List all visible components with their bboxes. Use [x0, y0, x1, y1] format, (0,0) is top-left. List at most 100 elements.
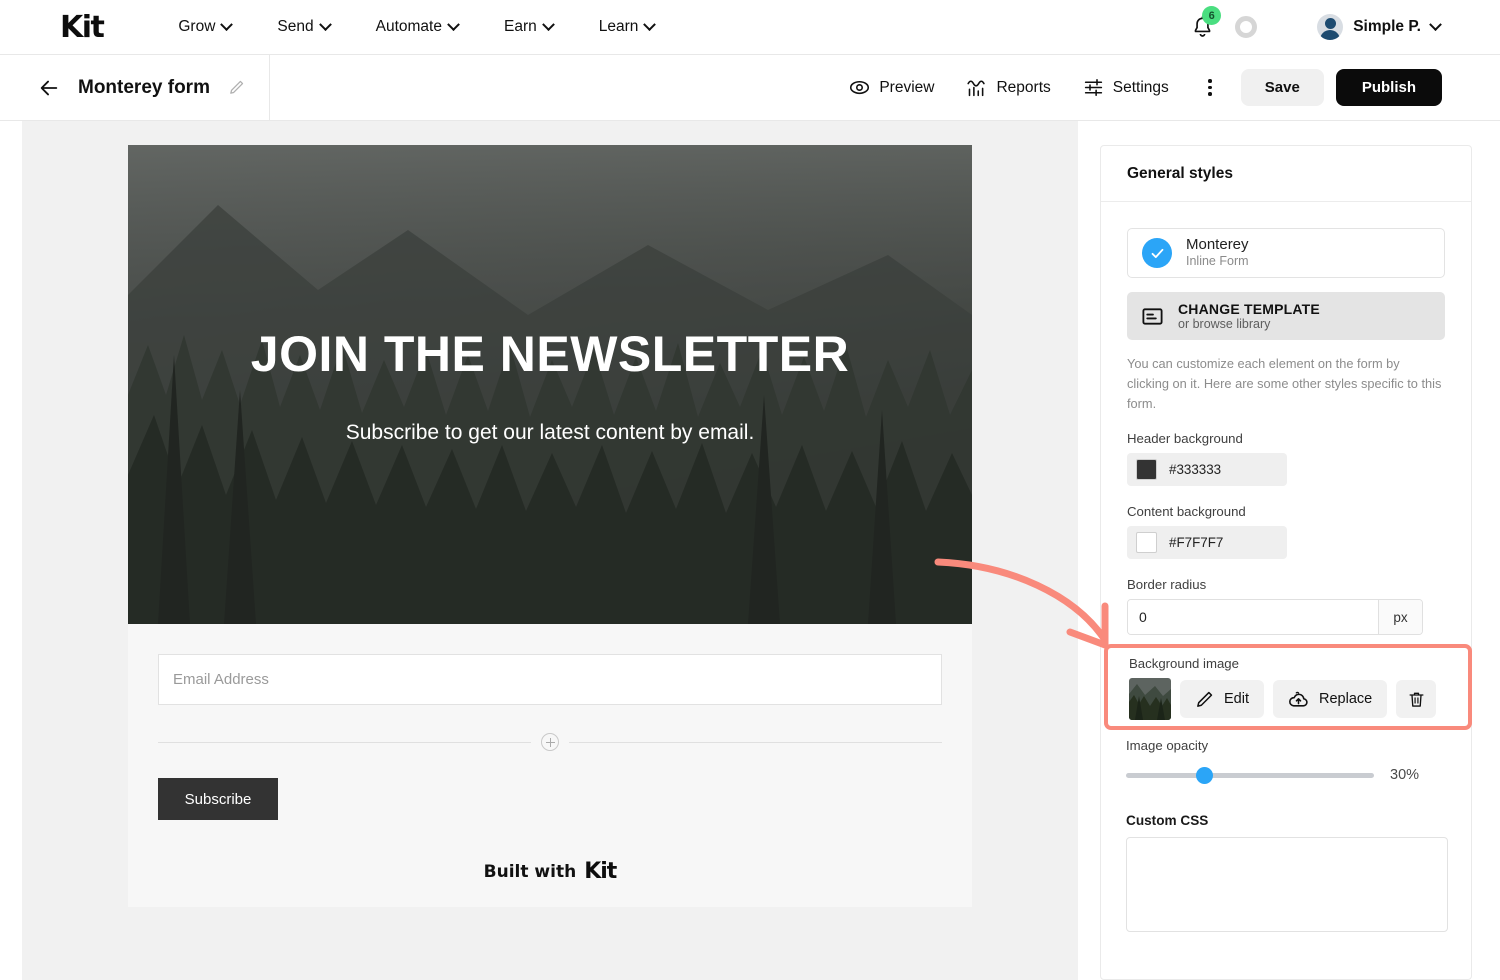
add-block-divider [158, 733, 942, 751]
delete-image-button[interactable] [1396, 680, 1437, 718]
image-opacity-section: Image opacity 30% [1126, 738, 1456, 784]
kebab-menu-icon[interactable] [1197, 79, 1223, 96]
header-background-color-field[interactable]: #333333 [1127, 453, 1287, 487]
nav-item-earn[interactable]: Earn [503, 17, 555, 36]
chevron-down-icon [541, 17, 555, 31]
back-arrow-icon[interactable] [38, 77, 60, 99]
chart-icon [967, 80, 986, 97]
nav-label-learn: Learn [598, 18, 639, 35]
notifications-button[interactable]: 6 [1185, 6, 1222, 44]
toolbar-title-block: Monterey form [0, 54, 270, 121]
nav-right-cluster: 6 Simple P. [1185, 6, 1442, 44]
preview-button[interactable]: Preview [833, 77, 950, 98]
user-name-label: Simple P. [1353, 18, 1421, 35]
main-nav-links: Grow Send Automate Earn Learn [178, 17, 657, 36]
editor-toolbar: Monterey form Preview Reports Settings S… [0, 54, 1500, 121]
avatar-icon [1317, 14, 1344, 40]
settings-label: Settings [1112, 78, 1169, 96]
panel-content: Monterey Inline Form CHANGE TEMPLATE or … [1101, 202, 1471, 636]
template-name: Monterey [1186, 235, 1249, 253]
chevron-down-icon [643, 17, 657, 31]
chevron-down-icon [220, 17, 234, 31]
nav-item-grow[interactable]: Grow [178, 17, 234, 36]
reports-button[interactable]: Reports [950, 77, 1066, 98]
divider-line-left [158, 741, 531, 743]
content-background-swatch[interactable] [1136, 532, 1157, 554]
border-radius-label: Border radius [1127, 577, 1207, 593]
email-input[interactable]: Email Address [158, 654, 942, 705]
built-with-label: Built with [483, 861, 577, 882]
nav-item-automate[interactable]: Automate [376, 17, 460, 36]
replace-image-button[interactable]: Replace [1273, 680, 1388, 718]
top-navigation-bar: Kit Grow Send Automate Earn Learn 6 Simp… [0, 0, 1500, 55]
cloud-upload-icon [1289, 691, 1308, 707]
pencil-icon[interactable] [228, 79, 245, 96]
edit-image-label: Edit [1224, 691, 1249, 707]
panel-title: General styles [1127, 164, 1233, 182]
form-heading[interactable]: JOIN THE NEWSLETTER [251, 325, 849, 383]
reports-label: Reports [996, 78, 1051, 96]
chevron-down-icon [447, 17, 460, 31]
built-with-badge[interactable]: Built with Kit [158, 859, 942, 884]
template-icon [1142, 307, 1163, 325]
content-background-color-field[interactable]: #F7F7F7 [1127, 526, 1287, 560]
publish-button[interactable]: Publish [1335, 69, 1442, 106]
chevron-down-icon [1429, 17, 1442, 31]
pencil-icon [1197, 691, 1213, 707]
header-background-value: #333333 [1169, 462, 1222, 478]
form-subheading[interactable]: Subscribe to get our latest content by e… [346, 421, 755, 445]
selected-template-card[interactable]: Monterey Inline Form [1127, 228, 1445, 278]
brand-logo[interactable]: Kit [60, 10, 105, 45]
custom-css-textarea[interactable] [1126, 837, 1448, 932]
panel-header: General styles [1101, 146, 1471, 202]
notification-badge: 6 [1202, 6, 1222, 25]
nav-item-learn[interactable]: Learn [598, 17, 657, 36]
change-template-subtitle: or browse library [1178, 317, 1271, 331]
app-root: Kit Grow Send Automate Earn Learn 6 Simp… [0, 0, 1500, 980]
replace-image-label: Replace [1319, 691, 1373, 707]
form-canvas: JOIN THE NEWSLETTER Subscribe to get our… [22, 121, 1078, 980]
form-header-text: JOIN THE NEWSLETTER Subscribe to get our… [128, 145, 972, 624]
border-radius-input[interactable]: 0 [1128, 600, 1378, 635]
custom-css-section: Custom CSS [1126, 813, 1448, 932]
sliders-icon [1084, 79, 1102, 96]
trash-icon [1409, 692, 1424, 707]
form-body-section: Email Address Subscribe Built with Kit [128, 624, 972, 884]
header-background-label: Header background [1127, 431, 1243, 447]
nav-label-earn: Earn [503, 18, 537, 35]
nav-label-send: Send [277, 18, 314, 35]
background-image-label: Background image [1129, 656, 1239, 671]
save-button[interactable]: Save [1240, 69, 1324, 106]
template-type: Inline Form [1186, 254, 1249, 269]
toolbar-actions: Preview Reports Settings Save Publish [833, 69, 1442, 106]
plus-circle-icon[interactable] [541, 733, 559, 751]
user-menu[interactable]: Simple P. [1317, 14, 1442, 40]
progress-ring-icon[interactable] [1235, 16, 1258, 38]
border-radius-unit: px [1378, 600, 1422, 635]
image-opacity-value: 30% [1390, 767, 1420, 783]
built-with-kit-logo: Kit [584, 859, 617, 884]
nav-item-send[interactable]: Send [277, 17, 332, 36]
chevron-down-icon [318, 17, 332, 31]
eye-icon [850, 80, 870, 95]
custom-css-label: Custom CSS [1126, 813, 1209, 828]
image-opacity-slider[interactable] [1126, 766, 1374, 784]
border-radius-field: 0 px [1127, 599, 1423, 636]
nav-label-grow: Grow [178, 18, 216, 35]
image-opacity-label: Image opacity [1126, 738, 1209, 753]
header-background-swatch[interactable] [1136, 459, 1157, 481]
change-template-title: CHANGE TEMPLATE [1178, 301, 1320, 317]
preview-label: Preview [879, 78, 935, 96]
content-background-value: #F7F7F7 [1169, 535, 1224, 551]
background-image-section-highlighted: Background image Edit Replace [1104, 644, 1472, 730]
form-header-section[interactable]: JOIN THE NEWSLETTER Subscribe to get our… [128, 145, 972, 624]
divider-line-right [569, 741, 942, 743]
content-background-label: Content background [1127, 504, 1246, 520]
slider-thumb[interactable] [1196, 766, 1213, 784]
change-template-button[interactable]: CHANGE TEMPLATE or browse library [1127, 292, 1445, 340]
check-circle-icon [1142, 238, 1172, 268]
subscribe-button[interactable]: Subscribe [158, 778, 278, 820]
image-thumbnail[interactable] [1129, 678, 1171, 720]
settings-button[interactable]: Settings [1067, 77, 1185, 98]
edit-image-button[interactable]: Edit [1180, 680, 1264, 718]
